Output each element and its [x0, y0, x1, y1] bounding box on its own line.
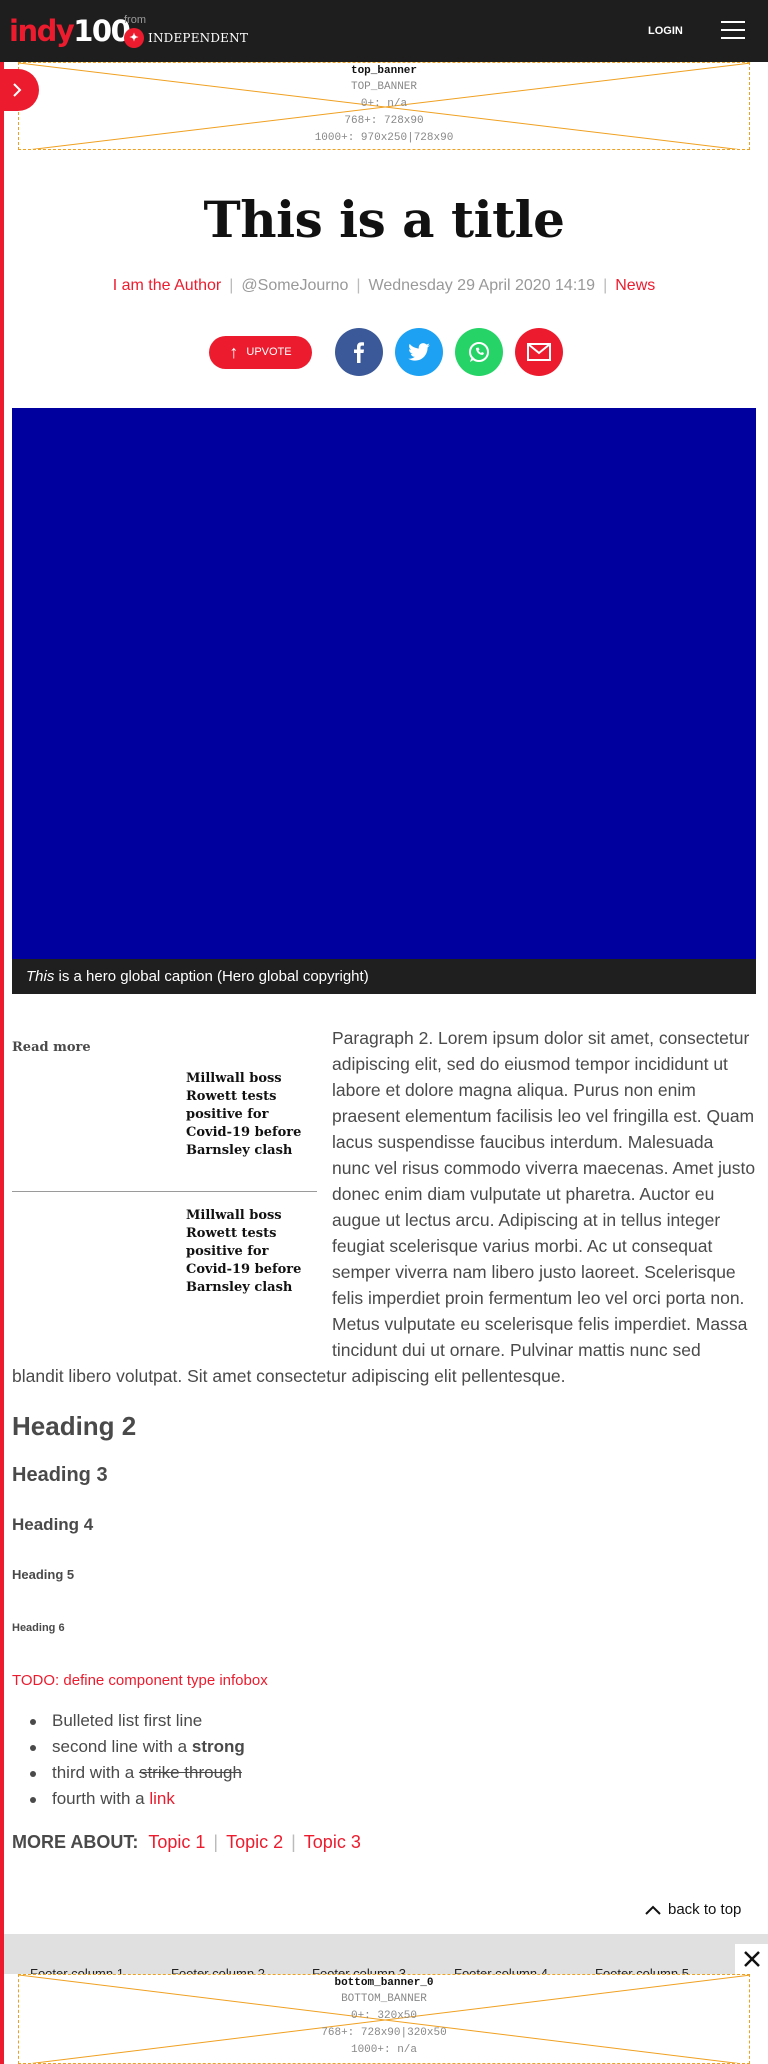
article-paragraph: Paragraph 2. Lorem ipsum dolor sit amet,… [332, 1028, 756, 1360]
top-banner-ad: top_banner TOP_BANNER 0+: n/a 768+: 728x… [18, 62, 750, 150]
read-more-headline: Millwall boss Rowett tests positive for … [186, 1071, 302, 1158]
twitter-share-button[interactable] [395, 328, 443, 376]
read-more-headline: Millwall boss Rowett tests positive for … [186, 1208, 302, 1295]
more-about-label: MORE ABOUT: [12, 1832, 139, 1852]
inline-link[interactable]: link [149, 1789, 175, 1808]
logo-indy: indy [9, 14, 75, 48]
topic-link-2[interactable]: Topic 2 [226, 1829, 283, 1855]
byline: I am the Author | @SomeJourno | Wednesday 29… [112, 277, 656, 294]
bottom-banner-ad: bottom_banner_0 BOTTOM_BANNER 0+: 320x50… [18, 1974, 750, 2064]
heading-4: Heading 4 [12, 1515, 94, 1534]
indy100-logo[interactable]: indy100 [9, 13, 131, 49]
ad-line: 0+: n/a [360, 98, 408, 110]
list-item-text: third with a [52, 1763, 139, 1782]
read-more-panel: Read more Millwall boss Rowett tests pos… [12, 1038, 317, 1303]
facebook-share-button[interactable] [335, 328, 383, 376]
logo-100: 100 [73, 14, 131, 48]
list-item: third with a strike through [12, 1760, 712, 1786]
hero-caption: This is a hero global caption (Hero glob… [12, 959, 756, 994]
hero-image: This is a hero global caption (Hero glob… [12, 408, 756, 994]
ad-line: TOP_BANNER [350, 81, 417, 93]
hero-caption-emphasis: This [26, 968, 55, 985]
read-more-title: Read more [12, 1040, 91, 1055]
chevron-up-icon [645, 1905, 661, 1915]
ad-title: top_banner [350, 65, 417, 77]
independent-brand: ✦ INDEPENDENT [124, 28, 248, 48]
independent-label: INDEPENDENT [148, 31, 249, 45]
list-item: fourth with a link [12, 1786, 712, 1812]
article-paragraph-continued: blandit libero volutpat. Sit amet consec… [12, 1366, 566, 1386]
ad-title: bottom_banner_0 [334, 1977, 434, 1989]
side-panel-toggle[interactable] [0, 69, 39, 111]
heading-3: Heading 3 [12, 1464, 108, 1486]
whatsapp-icon [469, 342, 489, 362]
ad-line: BOTTOM_BANNER [341, 1993, 427, 2005]
strong-text: strong [191, 1737, 245, 1756]
topic-link-3[interactable]: Topic 3 [304, 1829, 361, 1855]
more-about: MORE ABOUT: Topic 1 | Topic 2 | Topic 3 [12, 1829, 361, 1855]
author-link[interactable]: I am the Author [113, 277, 222, 294]
list-item-text: Bulleted list first line [52, 1711, 203, 1730]
read-more-item[interactable]: Millwall boss Rowett tests positive for … [12, 1207, 317, 1303]
read-more-thumbnail [12, 1207, 186, 1303]
hero-caption-text: is a hero global caption (Hero global co… [54, 968, 369, 985]
upvote-button[interactable]: ↑ UPVOTE [209, 335, 312, 369]
heading-2: Heading 2 [12, 1411, 137, 1441]
email-share-button[interactable] [515, 328, 563, 376]
read-more-thumbnail [12, 1070, 186, 1166]
publish-date: Wednesday 29 April 2020 14:19 [368, 277, 596, 294]
ad-line: 768+: 728x90|320x50 [321, 2027, 447, 2039]
list-item: Bulleted list first line [12, 1708, 712, 1734]
topic-link-1[interactable]: Topic 1 [148, 1829, 205, 1855]
ad-line: 768+: 728x90 [344, 115, 424, 127]
chevron-right-icon [13, 83, 22, 97]
email-icon [527, 343, 551, 361]
facebook-icon [354, 342, 364, 363]
eagle-icon: ✦ [124, 28, 144, 48]
list-item: second line with a strong [12, 1734, 712, 1760]
back-to-top-link[interactable]: back to top [644, 1900, 741, 1920]
from-independent[interactable]: from ✦ INDEPENDENT [124, 14, 248, 48]
ad-line: 1000+: n/a [350, 2044, 417, 2056]
share-row: ↑ UPVOTE [209, 328, 563, 376]
author-handle: @SomeJourno [241, 277, 349, 294]
close-icon [743, 1951, 760, 1967]
list-item-text: second line with a [52, 1737, 192, 1756]
heading-6: Heading 6 [12, 1622, 65, 1634]
infobox-todo: TODO: define component type infobox [12, 1672, 268, 1689]
upvote-label: UPVOTE [246, 346, 292, 358]
read-more-divider [12, 1191, 317, 1192]
ad-line: 0+: 320x50 [350, 2010, 417, 2022]
bulleted-list: Bulleted list first line second line wit… [12, 1708, 712, 1812]
ad-line: 1000+: 970x250|728x90 [314, 132, 454, 144]
from-label: from [124, 14, 146, 26]
read-more-item[interactable]: Millwall boss Rowett tests positive for … [12, 1070, 317, 1166]
site-header: indy100 from ✦ INDEPENDENT LOGIN [0, 0, 768, 62]
section-link[interactable]: News [615, 277, 655, 294]
heading-5: Heading 5 [12, 1567, 75, 1582]
back-to-top-label: back to top [668, 1901, 742, 1918]
twitter-icon [408, 343, 430, 361]
arrow-up-icon: ↑ [229, 342, 239, 362]
strikethrough-text: strike through [138, 1763, 242, 1782]
whatsapp-share-button[interactable] [455, 328, 503, 376]
left-accent-rule [0, 62, 4, 2064]
list-item-text: fourth with a [52, 1789, 150, 1808]
close-ad-button[interactable] [735, 1944, 768, 1974]
page-title: This is a title [203, 190, 565, 249]
hamburger-icon[interactable] [721, 21, 745, 39]
login-link[interactable]: LOGIN [648, 22, 683, 40]
